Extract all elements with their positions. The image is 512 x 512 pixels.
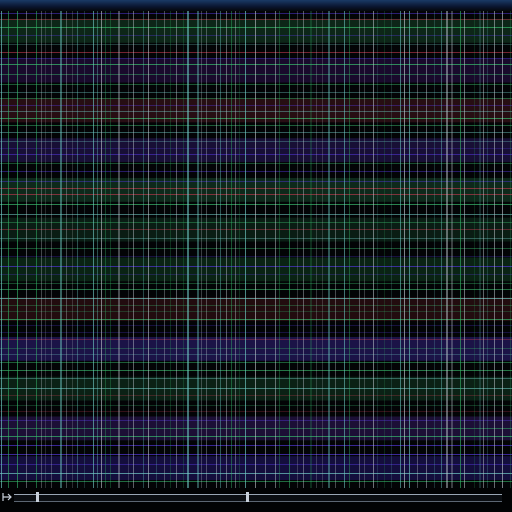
playhead-marker[interactable] — [246, 492, 249, 502]
start-marker-icon[interactable] — [2, 492, 12, 502]
shade-overlay — [0, 11, 512, 488]
visual-frame — [0, 0, 512, 512]
plaid-grid-pattern — [0, 11, 512, 488]
scroll-track[interactable] — [14, 494, 502, 502]
scroll-thumb-left[interactable] — [36, 492, 39, 502]
